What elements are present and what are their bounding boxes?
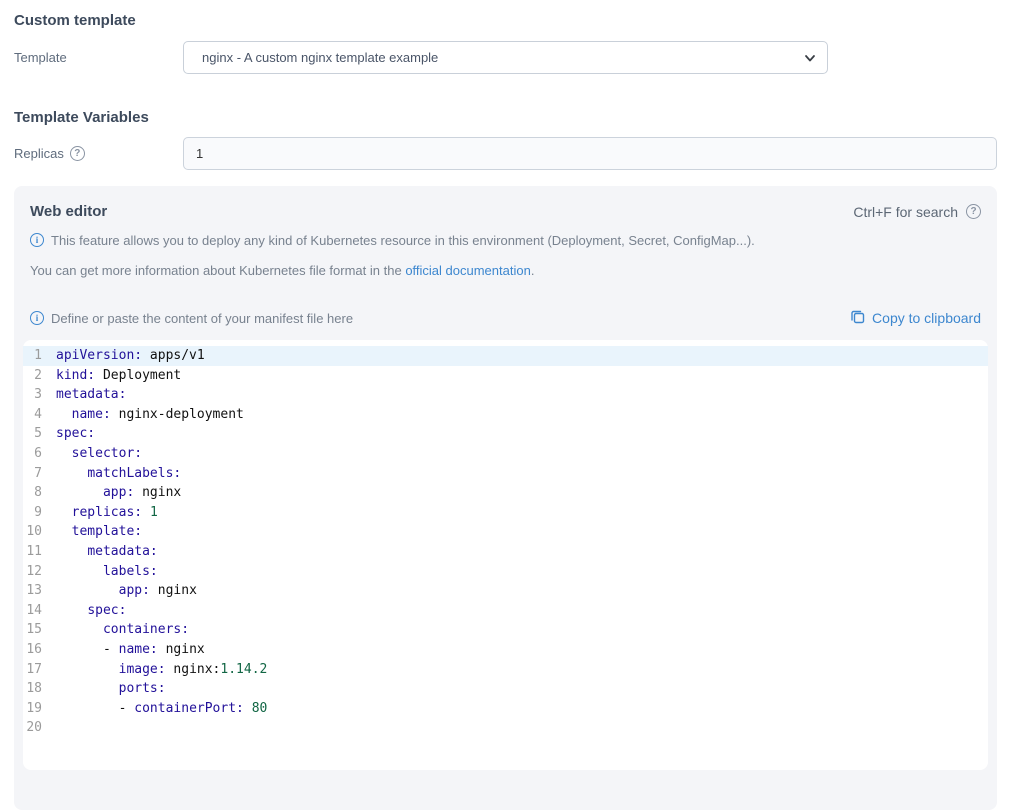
code-lines: 1 apiVersion: apps/v1 2 kind: Deployment 3 me… xyxy=(23,346,988,738)
feature-info-line: i This feature allows you to deploy any … xyxy=(30,233,981,248)
line-number: 2 xyxy=(23,366,42,386)
search-hint-text: Ctrl+F for search xyxy=(853,204,958,220)
replicas-label: Replicas xyxy=(14,146,64,161)
copy-to-clipboard-button[interactable]: Copy to clipboard xyxy=(850,309,981,327)
line-number: 15 xyxy=(23,620,42,640)
code-line-text: labels: xyxy=(56,562,158,582)
template-variables-title: Template Variables xyxy=(14,109,997,127)
question-icon[interactable]: ? xyxy=(70,146,85,161)
line-number: 12 xyxy=(23,562,42,582)
web-editor-header: Web editor Ctrl+F for search ? xyxy=(30,203,981,220)
code-line-text: app: nginx xyxy=(56,483,181,503)
line-number: 13 xyxy=(23,581,42,601)
web-editor-title: Web editor xyxy=(30,203,107,220)
code-line-text: metadata: xyxy=(56,385,126,405)
line-number: 9 xyxy=(23,503,42,523)
code-line[interactable]: 14 spec: xyxy=(23,601,988,621)
replicas-row: Replicas ? xyxy=(14,137,997,170)
line-number: 5 xyxy=(23,424,42,444)
line-number: 8 xyxy=(23,483,42,503)
code-line[interactable]: 7 matchLabels: xyxy=(23,464,988,484)
code-editor[interactable]: 1 apiVersion: apps/v1 2 kind: Deployment 3 me… xyxy=(23,340,988,770)
code-line[interactable]: 20 xyxy=(23,718,988,738)
code-line-text: template: xyxy=(56,522,142,542)
info-icon: i xyxy=(30,311,44,325)
code-line-text: - name: nginx xyxy=(56,640,205,660)
line-number: 7 xyxy=(23,464,42,484)
code-line-text: replicas: 1 xyxy=(56,503,158,523)
line-number: 17 xyxy=(23,660,42,680)
line-number: 1 xyxy=(23,346,42,366)
official-documentation-link[interactable]: official documentation xyxy=(405,263,531,278)
manifest-hint-text: Define or paste the content of your mani… xyxy=(51,311,353,326)
code-line-text: apiVersion: apps/v1 xyxy=(56,346,205,366)
code-line-text: metadata: xyxy=(56,542,158,562)
code-line-text: matchLabels: xyxy=(56,464,181,484)
code-line[interactable]: 9 replicas: 1 xyxy=(23,503,988,523)
copy-icon xyxy=(850,309,865,327)
code-line[interactable]: 17 image: nginx:1.14.2 xyxy=(23,660,988,680)
info-icon: i xyxy=(30,233,44,247)
question-icon[interactable]: ? xyxy=(966,204,981,219)
template-select[interactable]: nginx - A custom nginx template example xyxy=(183,41,828,74)
line-number: 20 xyxy=(23,718,42,738)
line-number: 6 xyxy=(23,444,42,464)
chevron-down-icon xyxy=(804,52,816,67)
code-line[interactable]: 1 apiVersion: apps/v1 xyxy=(23,346,988,366)
web-editor-panel: Web editor Ctrl+F for search ? i This fe… xyxy=(14,186,997,810)
code-line[interactable]: 3 metadata: xyxy=(23,385,988,405)
line-number: 16 xyxy=(23,640,42,660)
template-row: Template nginx - A custom nginx template… xyxy=(14,41,997,74)
replicas-label-group: Replicas ? xyxy=(14,146,183,161)
code-line[interactable]: 6 selector: xyxy=(23,444,988,464)
code-line-text: ports: xyxy=(56,679,166,699)
replicas-input[interactable] xyxy=(183,137,997,170)
code-line[interactable]: 5 spec: xyxy=(23,424,988,444)
code-line-text: containers: xyxy=(56,620,189,640)
template-label: Template xyxy=(14,50,183,65)
code-line-text: app: nginx xyxy=(56,581,197,601)
line-number: 3 xyxy=(23,385,42,405)
manifest-hint-group: i Define or paste the content of your ma… xyxy=(30,311,353,326)
line-number: 10 xyxy=(23,522,42,542)
code-line[interactable]: 16 - name: nginx xyxy=(23,640,988,660)
docs-info-text: You can get more information about Kuber… xyxy=(30,263,534,278)
copy-button-label: Copy to clipboard xyxy=(872,310,981,326)
line-number: 4 xyxy=(23,405,42,425)
code-line[interactable]: 12 labels: xyxy=(23,562,988,582)
code-line-text: kind: Deployment xyxy=(56,366,181,386)
manifest-hint-row: i Define or paste the content of your ma… xyxy=(30,309,981,327)
code-line[interactable]: 19 - containerPort: 80 xyxy=(23,699,988,719)
code-line-text: spec: xyxy=(56,424,95,444)
page: Custom template Template nginx - A custo… xyxy=(0,0,1011,170)
code-line[interactable]: 4 name: nginx-deployment xyxy=(23,405,988,425)
line-number: 18 xyxy=(23,679,42,699)
code-line[interactable]: 15 containers: xyxy=(23,620,988,640)
line-number: 19 xyxy=(23,699,42,719)
code-line-text: - containerPort: 80 xyxy=(56,699,267,719)
code-line[interactable]: 2 kind: Deployment xyxy=(23,366,988,386)
search-hint-group: Ctrl+F for search ? xyxy=(853,204,981,220)
page-title: Custom template xyxy=(14,12,997,30)
code-line[interactable]: 13 app: nginx xyxy=(23,581,988,601)
code-line[interactable]: 10 template: xyxy=(23,522,988,542)
line-number: 14 xyxy=(23,601,42,621)
code-line[interactable]: 11 metadata: xyxy=(23,542,988,562)
docs-info-line: You can get more information about Kuber… xyxy=(30,263,981,278)
code-line[interactable]: 8 app: nginx xyxy=(23,483,988,503)
code-line-text: selector: xyxy=(56,444,142,464)
code-line-text: spec: xyxy=(56,601,126,621)
code-line-text: image: nginx:1.14.2 xyxy=(56,660,267,680)
code-line[interactable]: 18 ports: xyxy=(23,679,988,699)
line-number: 11 xyxy=(23,542,42,562)
feature-info-text: This feature allows you to deploy any ki… xyxy=(51,233,755,248)
code-line-text: name: nginx-deployment xyxy=(56,405,244,425)
template-select-value: nginx - A custom nginx template example xyxy=(202,50,438,65)
